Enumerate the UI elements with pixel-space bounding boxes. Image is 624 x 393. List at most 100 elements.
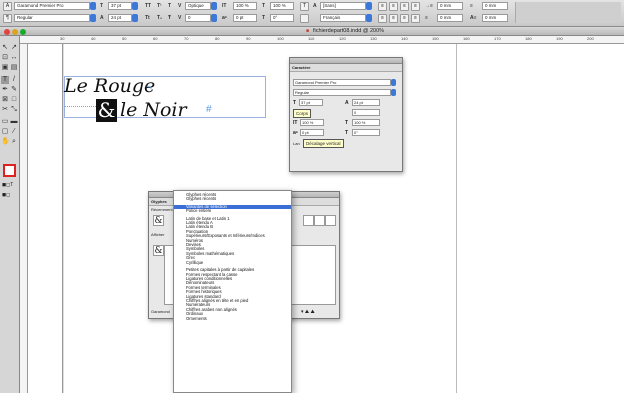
align-center-icon[interactable]: ≡ — [389, 2, 398, 11]
char-vscale-field[interactable]: 100 % — [300, 119, 324, 126]
font-size-field[interactable]: 37 pt — [108, 2, 132, 10]
selected-ampersand[interactable]: & — [96, 99, 117, 122]
kerning-field[interactable]: Optique — [185, 2, 211, 10]
align-right-icon[interactable]: ≡ — [400, 2, 409, 11]
scissors-tool-icon[interactable]: ✂ — [1, 106, 9, 114]
ruler-tick-label: 180 — [525, 36, 532, 41]
font-family-dropdown-icon[interactable] — [90, 2, 96, 10]
char-font-dropdown-icon[interactable] — [391, 79, 396, 86]
gradient-feather-tool-icon[interactable]: ▬ — [10, 118, 18, 126]
gradient-tool-icon[interactable]: ▭ — [1, 118, 9, 126]
char-style-dropdown-icon[interactable] — [391, 89, 396, 96]
justify-all-icon[interactable]: ≡ — [411, 14, 420, 23]
font-style-field[interactable]: Regular — [14, 14, 90, 22]
font-style-dropdown-icon[interactable] — [90, 14, 96, 22]
horizontal-scale-field[interactable]: 100 % — [270, 2, 294, 10]
leading-field[interactable]: 24 pt — [108, 14, 132, 22]
formatting-affects-icon[interactable]: ◼◻T — [2, 182, 18, 188]
recent-glyph-cell[interactable] — [314, 215, 325, 226]
document-title-bar: ■ fichierdepart08.indd @ 200% — [0, 27, 624, 36]
recent-glyph-cell[interactable] — [325, 215, 336, 226]
tracking-icon: V — [178, 15, 182, 21]
pencil-tool-icon[interactable]: ✎ — [10, 86, 18, 94]
drop-cap-field[interactable]: 0 mm — [482, 14, 508, 22]
ruler-tick-label: 120 — [339, 36, 346, 41]
frame-out-port-icon: ¬ — [146, 82, 152, 93]
justify-right-icon[interactable]: ≡ — [400, 14, 409, 23]
char-tracking-field[interactable]: 0 — [352, 109, 380, 116]
justify-center-icon[interactable]: ≡ — [389, 14, 398, 23]
ruler-tick-label: 100 — [277, 36, 284, 41]
gap-tool-icon[interactable]: ↔ — [10, 54, 18, 62]
zoom-window-icon[interactable] — [20, 28, 26, 35]
glyphs-show-label: Afficher — [151, 232, 165, 237]
recent-glyph-cell[interactable]: & — [153, 215, 164, 226]
rectangle-tool-icon[interactable]: □ — [10, 96, 18, 104]
screen-mode-icon[interactable]: ◼◻ — [2, 192, 18, 198]
line-tool-icon[interactable]: / — [10, 76, 18, 84]
justify-left-icon[interactable]: ≡ — [378, 14, 387, 23]
first-line-indent-field[interactable]: 0 mm — [437, 14, 463, 22]
char-skew-field[interactable]: 0° — [352, 129, 380, 136]
content-collector-icon[interactable]: ▣ — [1, 64, 9, 72]
font-family-field[interactable]: Garamond Premier Pro — [14, 2, 90, 10]
char-size-field[interactable]: 37 pt — [299, 99, 323, 106]
pen-tool-icon[interactable]: ✒ — [1, 86, 9, 94]
leading-dropdown-icon[interactable] — [132, 14, 138, 22]
recent-glyph-cell[interactable] — [303, 215, 314, 226]
small-caps-button[interactable]: Tt — [145, 15, 150, 21]
font-size-dropdown-icon[interactable] — [132, 2, 138, 10]
language-dropdown-icon[interactable] — [366, 14, 372, 22]
tracking-field[interactable]: 0 — [185, 14, 211, 22]
tracking-dropdown-icon[interactable] — [211, 14, 217, 22]
all-caps-button[interactable]: TT — [145, 3, 151, 9]
content-placer-icon[interactable]: ▤ — [10, 64, 18, 72]
page-tool-icon[interactable]: ⊡ — [1, 54, 9, 62]
skew-icon: T — [262, 15, 266, 21]
note-tool-icon[interactable]: ▢ — [1, 128, 9, 136]
vertical-scale-field[interactable]: 100 % — [233, 2, 257, 10]
glyph-zoom-icon[interactable]: ▾ ⛰ ⛰ — [301, 309, 315, 315]
character-style-dropdown-icon[interactable] — [366, 2, 372, 10]
hand-tool-icon[interactable]: ✋ — [1, 138, 10, 146]
char-leading-field[interactable]: 24 pt — [352, 99, 380, 106]
kerning-dropdown-icon[interactable] — [211, 2, 217, 10]
superscript-button[interactable]: T¹ — [157, 3, 162, 9]
eyedropper-tool-icon[interactable]: ⁄ — [10, 128, 18, 136]
fill-swatch-icon[interactable] — [3, 164, 16, 177]
underline-button[interactable]: T — [168, 3, 171, 9]
zoom-tool-icon[interactable]: ⌕ — [10, 138, 18, 146]
glyph-grid-cell[interactable]: & — [153, 245, 164, 256]
char-style-field[interactable]: Regular — [293, 89, 391, 96]
text-stroke-icon[interactable] — [300, 14, 309, 23]
text-fill-icon[interactable]: T — [300, 2, 309, 11]
menu-item[interactable]: Ornements — [174, 316, 291, 321]
ruler-tick-label: 40 — [91, 36, 96, 41]
paragraph-mode-icon[interactable]: ¶ — [3, 14, 12, 23]
character-style-field[interactable]: [Sans] — [320, 2, 366, 10]
strikethrough-button[interactable]: Ŧ — [168, 15, 171, 21]
ruler-tick-label: 80 — [215, 36, 220, 41]
minimize-window-icon[interactable] — [12, 28, 18, 35]
direct-selection-tool-icon[interactable]: ↗ — [10, 44, 18, 52]
char-baseline-field[interactable]: 0 pt — [300, 129, 324, 136]
character-mode-icon[interactable]: A — [3, 2, 12, 11]
character-panel-tab[interactable]: Caractère — [290, 64, 402, 72]
char-language-label: Lan — [293, 141, 300, 146]
close-window-icon[interactable] — [4, 28, 10, 35]
space-before-field[interactable]: 0 mm — [482, 2, 508, 10]
char-font-field[interactable]: Garamond Premier Pro — [293, 79, 391, 86]
ruler-tick-label: 160 — [463, 36, 470, 41]
align-left-icon[interactable]: ≡ — [378, 2, 387, 11]
type-tool-icon[interactable]: T — [1, 76, 9, 84]
language-field[interactable]: Français — [320, 14, 366, 22]
baseline-shift-field[interactable]: 0 pt — [233, 14, 257, 22]
char-hscale-field[interactable]: 100 % — [352, 119, 380, 126]
left-indent-field[interactable]: 0 mm — [437, 2, 463, 10]
skew-field[interactable]: 0° — [270, 14, 294, 22]
justify-icon[interactable]: ≡ — [411, 2, 420, 11]
rectangle-frame-tool-icon[interactable]: ⊠ — [1, 96, 9, 104]
subscript-button[interactable]: T₁ — [157, 15, 162, 21]
selection-tool-icon[interactable]: ↖ — [1, 44, 9, 52]
free-transform-tool-icon[interactable]: ⤡ — [10, 106, 18, 114]
